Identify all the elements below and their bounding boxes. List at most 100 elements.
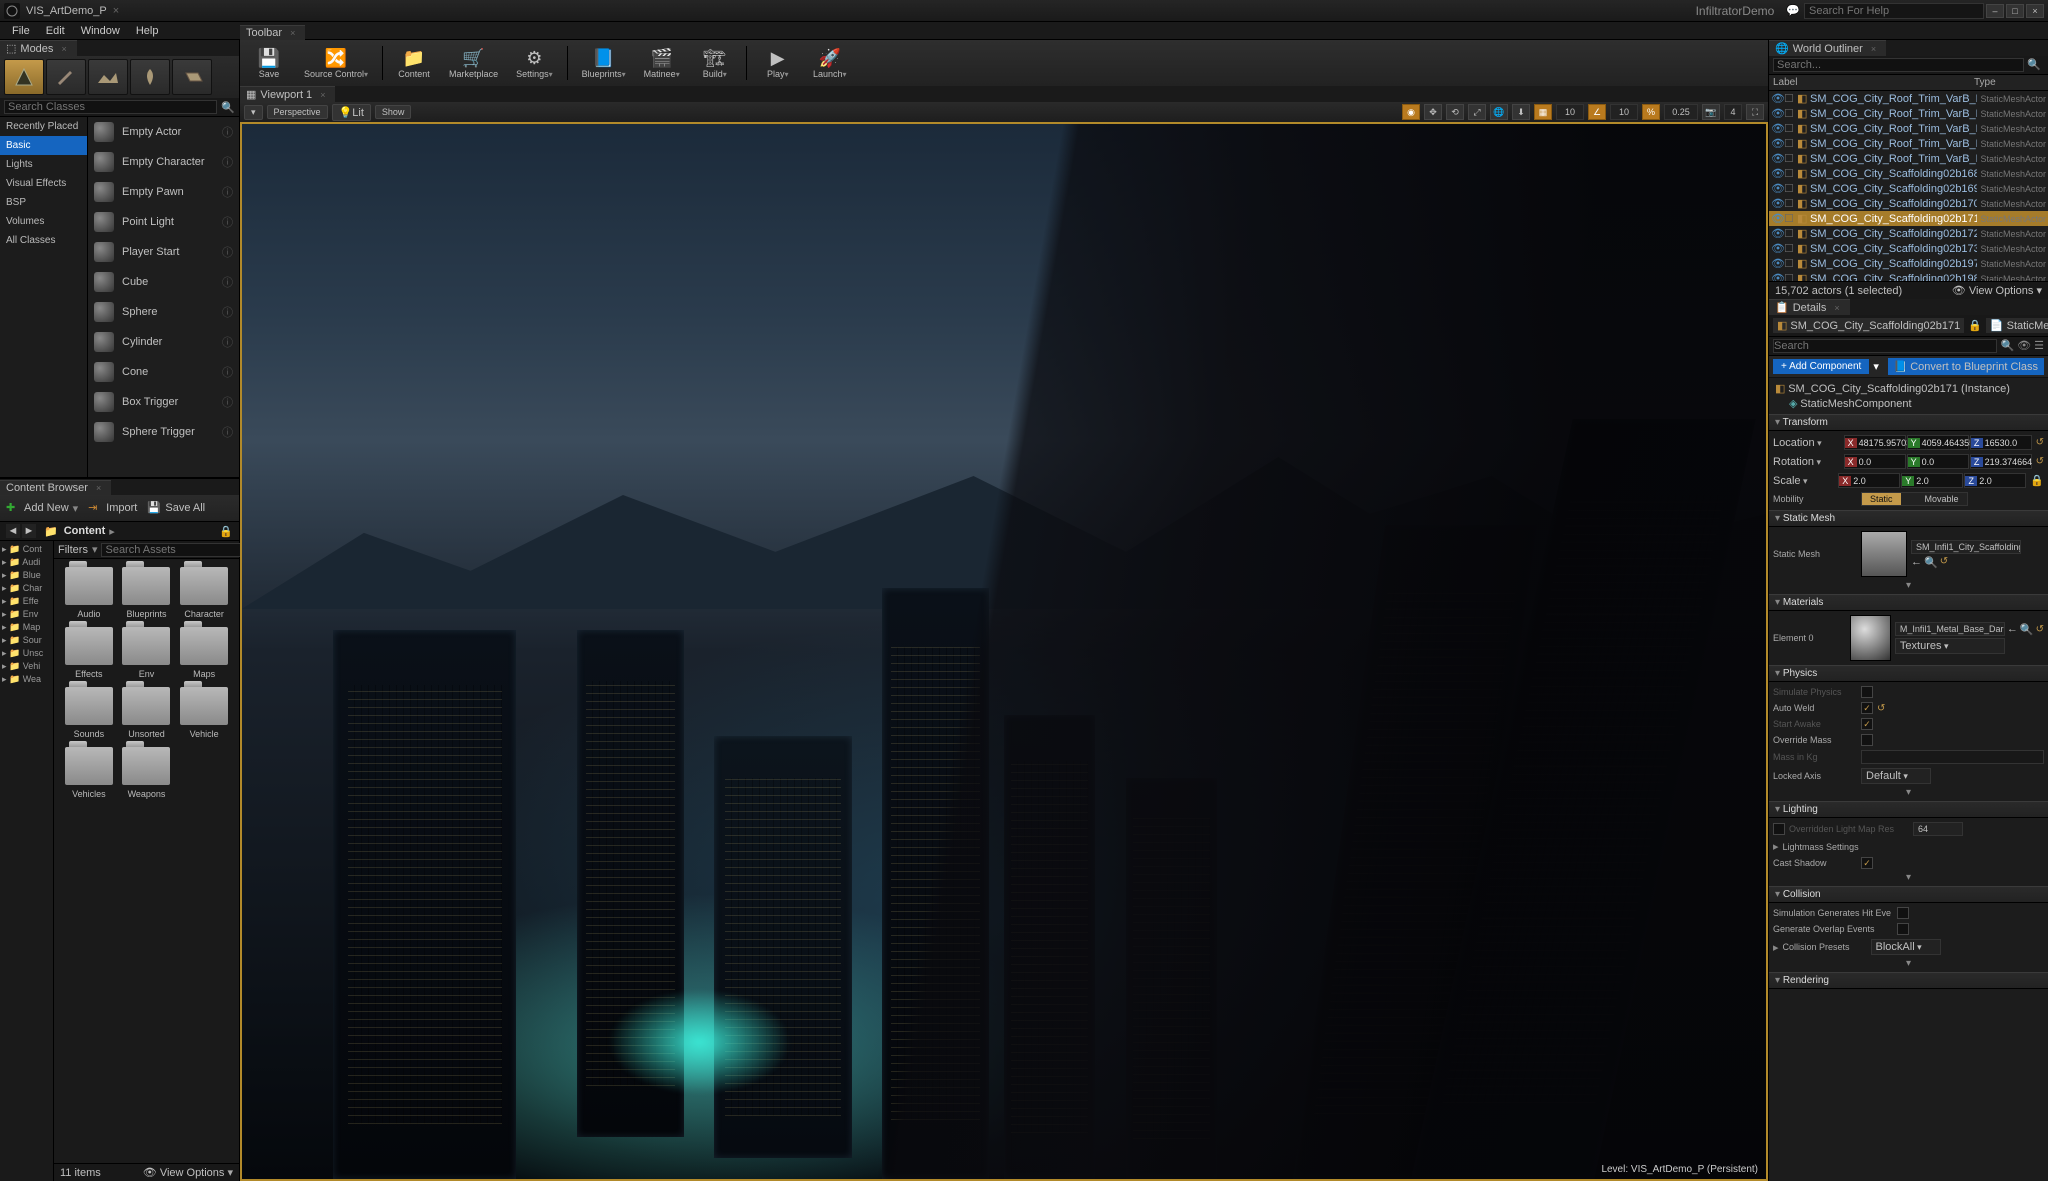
visibility-icon[interactable]: 👁 — [1771, 137, 1781, 150]
lit-dropdown[interactable]: 💡Lit — [332, 104, 371, 121]
checkbox-icon[interactable]: ☐ — [1784, 272, 1794, 281]
visibility-icon[interactable]: 👁 — [1771, 92, 1781, 105]
mobility-stationary[interactable] — [1901, 493, 1917, 505]
asset-folder-audio[interactable]: Audio — [62, 567, 116, 619]
category-basic[interactable]: Basic — [0, 136, 87, 155]
physics-header[interactable]: Physics — [1769, 665, 2048, 682]
checkbox-icon[interactable]: ☐ — [1784, 242, 1794, 255]
maximize-viewport-button[interactable]: ⛶ — [1746, 104, 1764, 120]
grid-snap-value[interactable]: 10 — [1556, 104, 1584, 120]
genoverlap-checkbox[interactable] — [1897, 923, 1909, 935]
outliner-row[interactable]: 👁☐◧SM_COG_City_Roof_Trim_VarB_Middle419S… — [1769, 91, 2048, 106]
mesh-asset-dropdown[interactable]: SM_Infil1_City_Scaffolding02 — [1911, 540, 2021, 554]
expand-icon[interactable]: ▾ — [1773, 957, 2044, 970]
help-search-input[interactable] — [1804, 3, 1984, 19]
info-icon[interactable]: ⓘ — [222, 244, 233, 260]
reset-icon[interactable]: ↺ — [1940, 556, 1948, 569]
textures-dropdown[interactable]: Textures ▾ — [1895, 638, 2005, 654]
asset-folder-unsorted[interactable]: Unsorted — [120, 687, 174, 739]
material-thumbnail[interactable] — [1850, 615, 1890, 661]
source-tree[interactable]: ▸ 📁 Cont▸ 📁 Audi▸ 📁 Blue▸ 📁 Char▸ 📁 Effe… — [0, 541, 54, 1181]
world-outliner-tab[interactable]: 🌐World Outliner — [1769, 40, 1886, 56]
static-mesh-header[interactable]: Static Mesh — [1769, 510, 2048, 527]
tree-node[interactable]: ▸ 📁 Blue — [0, 569, 53, 582]
info-icon[interactable]: ⓘ — [222, 394, 233, 410]
outliner-row[interactable]: 👁☐◧SM_COG_City_Roof_Trim_VarB_Middle459S… — [1769, 151, 2048, 166]
visibility-icon[interactable]: 👁 — [1771, 197, 1781, 210]
outliner-row[interactable]: 👁☐◧SM_COG_City_Roof_Trim_VarB_Middle458S… — [1769, 136, 2048, 151]
outliner-row[interactable]: 👁☐◧SM_COG_City_Roof_Trim_VarB_Middle457S… — [1769, 121, 2048, 136]
outliner-col-label[interactable]: Label — [1773, 77, 1974, 88]
component-tree[interactable]: ◧ SM_COG_City_Scaffolding02b171 (Instanc… — [1769, 378, 2048, 414]
actor-cone[interactable]: Coneⓘ — [88, 357, 239, 387]
content-browser-tab[interactable]: Content Browser — [0, 480, 111, 495]
asset-folder-effects[interactable]: Effects — [62, 627, 116, 679]
outliner-row[interactable]: 👁☐◧SM_COG_City_Scaffolding02b169StaticMe… — [1769, 181, 2048, 196]
nav-back-button[interactable]: ◄ — [6, 524, 20, 538]
details-tab[interactable]: 📋Details — [1769, 299, 1850, 315]
modes-tab[interactable]: ⬚Modes — [0, 40, 77, 56]
category-all-classes[interactable]: All Classes — [0, 231, 87, 250]
expand-icon[interactable]: ▾ — [1773, 579, 2044, 592]
translate-mode-button[interactable]: ✥ — [1424, 104, 1442, 120]
scale-input[interactable]: X2.0 Y2.0 Z2.0 — [1838, 473, 2026, 488]
lockedaxis-dropdown[interactable]: Default ▾ — [1861, 768, 1931, 784]
browse-icon[interactable]: ← — [1911, 556, 1922, 569]
reset-icon[interactable]: ↺ — [1877, 703, 1885, 714]
select-mode-button[interactable]: ◉ — [1402, 104, 1420, 120]
scale-lock-icon[interactable]: 🔒 — [2030, 474, 2044, 487]
override-lm-checkbox[interactable] — [1773, 823, 1785, 835]
coord-space-button[interactable]: 🌐 — [1490, 104, 1508, 120]
lighting-header[interactable]: Lighting — [1769, 801, 2048, 818]
asset-folder-vehicle[interactable]: Vehicle — [177, 687, 231, 739]
info-icon[interactable]: ⓘ — [222, 304, 233, 320]
native-class-chip[interactable]: 📄StaticMeshActor.h — [1986, 318, 2048, 333]
checkbox-icon[interactable]: ☐ — [1784, 92, 1794, 105]
transform-header[interactable]: Transform — [1769, 414, 2048, 431]
expand-icon[interactable]: ▾ — [1773, 786, 2044, 799]
mode-place-button[interactable] — [4, 59, 44, 95]
mode-geometry-button[interactable] — [172, 59, 212, 95]
info-icon[interactable]: ⓘ — [222, 154, 233, 170]
grid-snap-button[interactable]: ▦ — [1534, 104, 1552, 120]
lock-icon[interactable]: 🔒 — [1968, 319, 1982, 332]
outliner-row[interactable]: 👁☐◧SM_COG_City_Scaffolding02b173StaticMe… — [1769, 241, 2048, 256]
checkbox-icon[interactable]: ☐ — [1784, 167, 1794, 180]
outliner-row[interactable]: 👁☐◧SM_COG_City_Scaffolding02b168StaticMe… — [1769, 166, 2048, 181]
asset-folder-character[interactable]: Character — [177, 567, 231, 619]
checkbox-icon[interactable]: ☐ — [1784, 257, 1794, 270]
rotate-mode-button[interactable]: ⟲ — [1446, 104, 1464, 120]
mobility-movable[interactable]: Movable — [1917, 493, 1967, 505]
category-visual-effects[interactable]: Visual Effects — [0, 174, 87, 193]
selected-actor-chip[interactable]: ◧SM_COG_City_Scaffolding02b171 — [1773, 318, 1964, 333]
tree-node[interactable]: ▸ 📁 Wea — [0, 673, 53, 686]
visibility-icon[interactable]: 👁 — [1771, 212, 1781, 225]
actor-box-trigger[interactable]: Box Triggerⓘ — [88, 387, 239, 417]
expand-icon[interactable]: ▾ — [1773, 871, 2044, 884]
presets-dropdown[interactable]: BlockAll ▾ — [1871, 939, 1941, 955]
actor-point-light[interactable]: Point Lightⓘ — [88, 207, 239, 237]
save-button[interactable]: 💾Save — [246, 45, 292, 81]
maximize-button[interactable]: □ — [2006, 4, 2024, 18]
build-button[interactable]: 🏗Build▾ — [692, 45, 738, 81]
asset-folder-maps[interactable]: Maps — [177, 627, 231, 679]
overridemass-checkbox[interactable] — [1861, 734, 1873, 746]
scale-snap-button[interactable]: % — [1642, 104, 1660, 120]
asset-search-input[interactable] — [101, 543, 251, 557]
rotation-input[interactable]: X0.0 Y0.0 Z219.374664 — [1844, 454, 2032, 469]
visibility-icon[interactable]: 👁 — [1771, 122, 1781, 135]
actor-sphere-trigger[interactable]: Sphere Triggerⓘ — [88, 417, 239, 447]
info-icon[interactable]: ⓘ — [222, 424, 233, 440]
tree-node[interactable]: ▸ 📁 Map — [0, 621, 53, 634]
mode-paint-button[interactable] — [46, 59, 86, 95]
menu-window[interactable]: Window — [73, 23, 128, 39]
minimize-button[interactable]: – — [1986, 4, 2004, 18]
tree-node[interactable]: ▸ 📁 Vehi — [0, 660, 53, 673]
actor-cylinder[interactable]: Cylinderⓘ — [88, 327, 239, 357]
castshadow-checkbox[interactable] — [1861, 857, 1873, 869]
checkbox-icon[interactable]: ☐ — [1784, 107, 1794, 120]
asset-folder-blueprints[interactable]: Blueprints — [120, 567, 174, 619]
play-button[interactable]: ▶Play▾ — [755, 45, 801, 81]
outliner-row[interactable]: 👁☐◧SM_COG_City_Scaffolding02b197StaticMe… — [1769, 256, 2048, 271]
viewport-tab[interactable]: ▦Viewport 1 — [240, 86, 335, 102]
